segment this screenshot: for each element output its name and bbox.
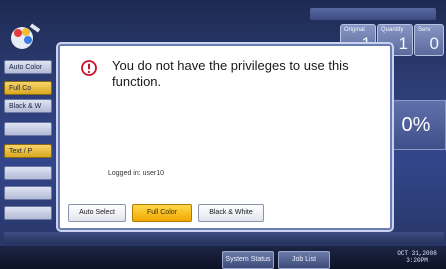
bg-blank-button[interactable] [4,122,52,136]
counter-value: 1 [398,34,408,53]
counter-value: 0 [429,34,439,53]
serv-counter: Serv 0 [414,24,444,56]
time-text: 3:20PM [406,257,428,264]
logged-in-user: Logged in: user10 [108,170,165,177]
date-time-display: OCT 31,2008 3:20PM [392,250,442,264]
system-status-button[interactable]: System Status [222,251,274,269]
dialog-message: You do not have the privileges to use th… [112,58,349,89]
bg-full-color-button[interactable]: Full Co [4,81,52,95]
bg-auto-color-button[interactable]: Auto Color [4,60,52,74]
bg-text-photo-button[interactable]: Text / P [4,144,52,158]
date-text: OCT 31,2008 [397,250,437,257]
counter-label: Serv [418,27,431,33]
bg-blank-button[interactable] [4,206,52,220]
job-list-button[interactable]: Job List [278,251,330,269]
counter-label: Quantity [381,27,404,33]
top-status-strip [310,8,436,20]
black-white-button[interactable]: Black & White [198,204,264,222]
bg-blank-button[interactable] [4,166,52,180]
copier-logo-icon [11,23,41,49]
bg-blank-button[interactable] [4,186,52,200]
bg-black-white-button[interactable]: Black & W [4,99,52,113]
alert-icon [81,60,97,76]
copier-screen: Original 1 Quantity 1 Serv 0 Auto Color … [0,0,446,269]
zoom-ratio-display[interactable]: 0% [386,100,446,150]
privilege-warning-dialog: You do not have the privileges to use th… [58,44,392,230]
auto-select-button[interactable]: Auto Select [68,204,126,222]
counter-label: Original [344,27,365,33]
full-color-button[interactable]: Full Color [132,204,192,222]
bottom-function-row [4,232,444,244]
